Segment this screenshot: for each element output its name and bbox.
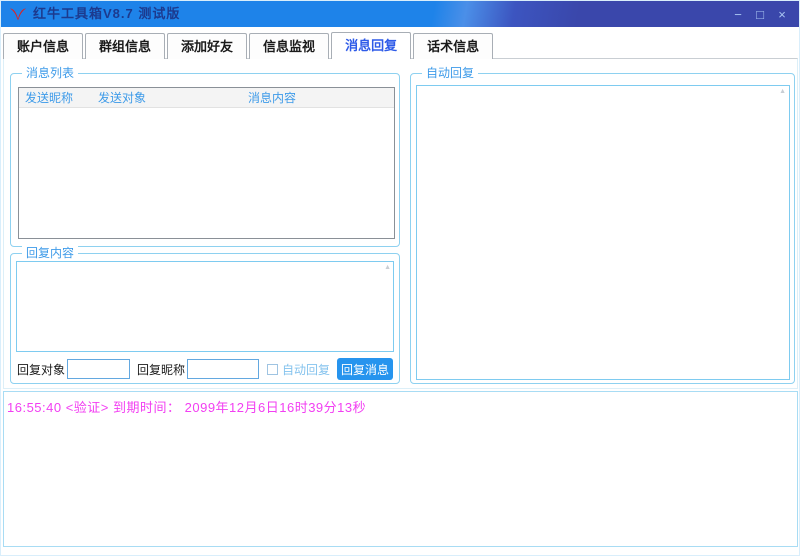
tab-add-friend[interactable]: 添加好友: [167, 33, 248, 59]
app-window: 红牛工具箱V8.7 测试版 − □ × 账户信息 群组信息 添加好友 信息监视 …: [0, 0, 800, 556]
message-list-table[interactable]: 发送昵称 发送对象 消息内容: [18, 87, 395, 239]
reply-content-textarea[interactable]: [16, 261, 394, 352]
column-header-sender-nickname[interactable]: 发送昵称: [25, 88, 98, 107]
message-list-group-label: 消息列表: [22, 66, 79, 80]
tab-account-info[interactable]: 账户信息: [3, 33, 84, 59]
reply-target-input[interactable]: [67, 359, 131, 379]
scrollbar-up-icon[interactable]: ▲: [779, 88, 786, 95]
tab-page-message-reply: 消息列表 发送昵称 发送对象 消息内容 回复内容 ▲ 回复对象 回复昵称 自动回…: [3, 58, 798, 389]
reply-message-button[interactable]: 回复消息: [337, 358, 393, 380]
log-panel[interactable]: 16:55:40 <验证> 到期时间： 2099年12月6日16时39分13秒: [3, 391, 798, 547]
autoreply-checkbox[interactable]: [267, 363, 279, 375]
window-controls: − □ ×: [729, 1, 791, 27]
autoreply-checkbox-group: 自动回复: [267, 361, 330, 378]
reply-target-label: 回复对象: [17, 362, 66, 377]
column-header-send-target[interactable]: 发送对象: [98, 88, 248, 107]
message-list-body[interactable]: [19, 108, 394, 238]
tab-script-info[interactable]: 话术信息: [413, 33, 494, 59]
app-logo-icon: [9, 8, 27, 21]
auto-reply-group-label: 自动回复: [422, 66, 479, 80]
reply-content-group: 回复内容 ▲ 回复对象 回复昵称 自动回复 回复消息: [10, 246, 400, 384]
column-header-message-content[interactable]: 消息内容: [248, 88, 394, 107]
message-list-header: 发送昵称 发送对象 消息内容: [19, 88, 394, 108]
autoreply-checkbox-label: 自动回复: [282, 362, 331, 377]
auto-reply-textarea[interactable]: [416, 85, 790, 380]
minimize-icon[interactable]: −: [729, 5, 747, 23]
tab-bar: 账户信息 群组信息 添加好友 信息监视 消息回复 话术信息: [3, 32, 495, 59]
tab-message-reply[interactable]: 消息回复: [331, 32, 412, 59]
title-bar: 红牛工具箱V8.7 测试版 − □ ×: [1, 1, 799, 27]
auto-reply-group: 自动回复 ▲: [410, 66, 795, 384]
reply-nickname-label: 回复昵称: [137, 362, 186, 377]
tab-group-info[interactable]: 群组信息: [85, 33, 166, 59]
reply-content-group-label: 回复内容: [22, 246, 79, 260]
close-icon[interactable]: ×: [773, 5, 791, 23]
scrollbar-up-icon[interactable]: ▲: [384, 264, 391, 271]
validation-status-text: 16:55:40 <验证> 到期时间： 2099年12月6日16时39分13秒: [7, 400, 367, 415]
message-list-group: 消息列表 发送昵称 发送对象 消息内容: [10, 66, 400, 247]
reply-controls-row: 回复对象 回复昵称 自动回复 回复消息: [17, 358, 393, 380]
reply-nickname-input[interactable]: [187, 359, 260, 379]
maximize-icon[interactable]: □: [751, 5, 769, 23]
window-title: 红牛工具箱V8.7 测试版: [33, 6, 181, 21]
tab-message-monitor[interactable]: 信息监视: [249, 33, 330, 59]
